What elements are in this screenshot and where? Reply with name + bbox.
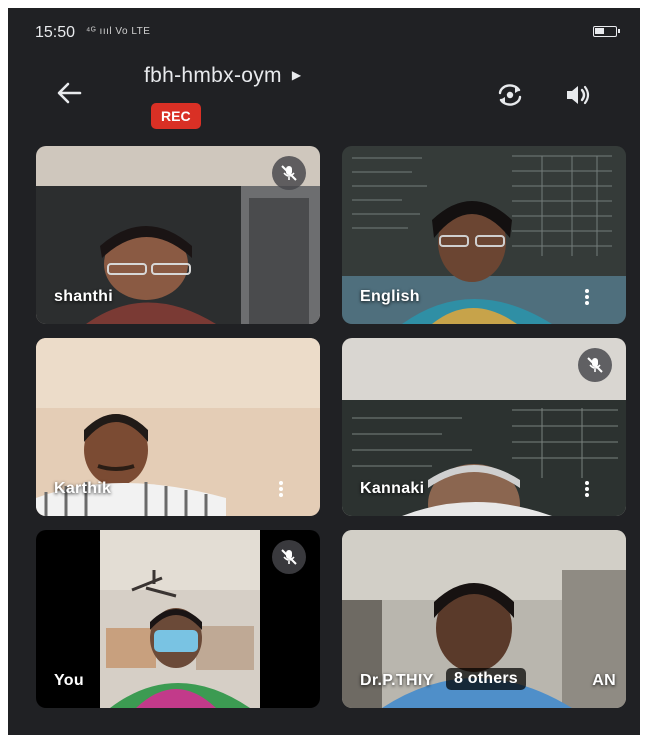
participant-name: You	[54, 672, 84, 689]
caret-right-icon: ▶	[291, 68, 302, 82]
participant-name: Kannaki	[360, 480, 425, 497]
meeting-code-button[interactable]: fbh-hmbx-oym ▶	[144, 64, 301, 88]
signal-indicator: ⁴ᴳ ıııl Vo LTE	[86, 26, 151, 37]
more-vertical-icon[interactable]	[278, 480, 284, 498]
participant-name: shanthi	[54, 288, 113, 305]
status-time: 15:50	[35, 24, 76, 41]
participant-tile-karthik[interactable]: Karthik	[36, 338, 320, 516]
more-vertical-icon[interactable]	[584, 288, 590, 306]
battery-icon	[593, 26, 620, 37]
more-vertical-icon[interactable]	[584, 480, 590, 498]
participant-name: Karthik	[54, 480, 112, 497]
meet-screen: 15:50 ⁴ᴳ ıııl Vo LTE fbh-hmbx-oym ▶ REC	[8, 8, 640, 735]
others-count-badge[interactable]: 8 others	[446, 668, 526, 690]
meeting-header: fbh-hmbx-oym ▶ REC	[8, 52, 640, 142]
participant-name: Dr.P.THIY	[360, 672, 434, 689]
recording-badge: REC	[151, 103, 201, 129]
mic-off-icon	[272, 540, 306, 574]
participant-name-overflow: AN	[592, 672, 616, 689]
participant-tile-shanthi[interactable]: shanthi	[36, 146, 320, 324]
mic-off-icon	[578, 348, 612, 382]
participant-tile-kannaki[interactable]: Kannaki	[342, 338, 626, 516]
arrow-left-icon[interactable]	[54, 78, 84, 108]
flip-camera-icon[interactable]	[495, 80, 525, 110]
mic-off-icon	[272, 156, 306, 190]
meeting-code: fbh-hmbx-oym	[144, 64, 282, 87]
participant-tile-others[interactable]: Dr.P.THIY 8 others AN	[342, 530, 626, 708]
participant-tile-you[interactable]: You	[36, 530, 320, 708]
participant-name: English	[360, 288, 420, 305]
participant-tile-english[interactable]: English	[342, 146, 626, 324]
status-bar: 15:50 ⁴ᴳ ıııl Vo LTE	[8, 8, 640, 52]
speaker-icon[interactable]	[563, 80, 593, 110]
